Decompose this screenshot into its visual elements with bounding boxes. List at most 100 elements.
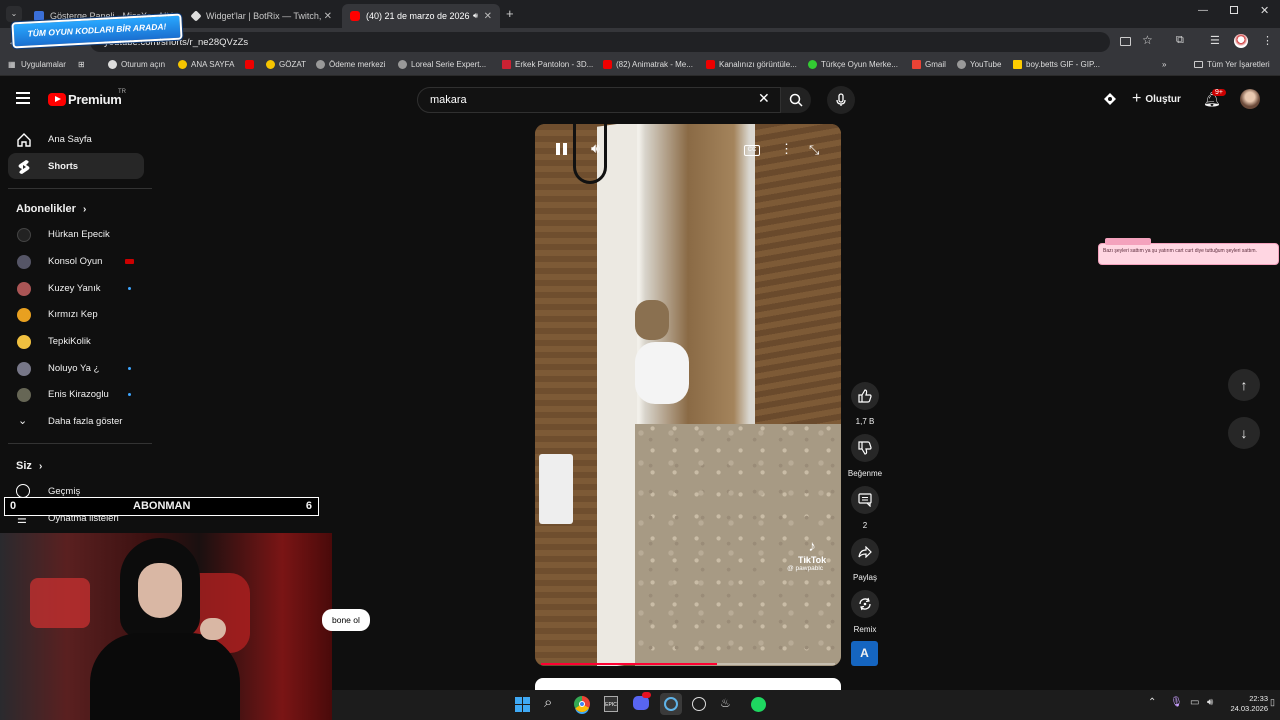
thumbs-down-icon — [858, 441, 872, 455]
tray-network-icon[interactable]: ▭ — [1190, 697, 1199, 708]
taskbar-search-icon[interactable]: ⌕ — [544, 694, 552, 711]
plus-icon: + — [1132, 90, 1142, 107]
tray-chevron-icon[interactable]: ⌃ — [1148, 697, 1156, 708]
tab-widgets[interactable]: Widget'lar | BotRix — Twitch, K... ✕ — [184, 4, 340, 28]
sidebar-channel[interactable]: TepkiKolik — [8, 329, 144, 355]
toilet-paper-roll — [635, 342, 689, 404]
account-avatar[interactable] — [1240, 89, 1260, 109]
browser-tab-strip: ⌄ Gösterge Paneli - MissXss AI B... ✕ Wi… — [0, 0, 1280, 28]
youtube-premium-logo[interactable]: Premium — [68, 92, 122, 107]
bookmark-item[interactable]: ANA SAYFA — [178, 60, 234, 69]
extensions-icon[interactable]: ⧉ — [1176, 34, 1184, 47]
sidebar-channel[interactable]: Hürkan Epecik — [8, 222, 144, 248]
bookmark-item[interactable]: (82) Animatrak - Me... — [603, 60, 693, 69]
bookmark-item[interactable]: Türkçe Oyun Merke... — [808, 60, 898, 69]
bookmark-item[interactable]: GÖZAT — [266, 60, 306, 69]
previous-short-button[interactable]: ↑ — [1228, 369, 1260, 401]
sidebar-divider — [8, 443, 152, 444]
windows-start-icon[interactable] — [515, 697, 530, 712]
video-progress-track[interactable] — [541, 663, 835, 665]
bookmark-item[interactable]: Oturum açın — [108, 60, 165, 69]
show-more-button[interactable]: ⌄ Daha fazla göster — [8, 409, 144, 435]
bookmark-item[interactable]: YouTube — [957, 60, 1001, 69]
tab-search-button[interactable]: ⌄ — [6, 6, 22, 22]
you-heading[interactable]: Siz › — [16, 460, 42, 472]
sidebar-channel[interactable]: Kuzey Yanık — [8, 276, 144, 302]
home-icon — [17, 133, 31, 147]
share-button[interactable] — [851, 538, 879, 566]
restore-button[interactable] — [1230, 6, 1238, 14]
spotify-icon[interactable] — [751, 697, 766, 712]
subscriptions-heading[interactable]: Abonelikler › — [16, 203, 86, 215]
bookmark-item[interactable] — [245, 60, 258, 69]
minimize-button[interactable]: — — [1198, 5, 1208, 16]
dislike-button[interactable] — [851, 434, 879, 462]
pause-button[interactable] — [556, 143, 568, 156]
bookmark-item[interactable]: Loreal Serie Expert... — [398, 60, 486, 69]
sidebar-channel[interactable]: Enis Kirazoglu — [8, 382, 144, 408]
obs-icon[interactable] — [692, 697, 706, 711]
all-bookmarks[interactable]: Tüm Yer İşaretleri — [1194, 60, 1270, 69]
remix-button[interactable] — [851, 590, 879, 618]
volume-icon[interactable]: 🔊︎ — [591, 140, 600, 157]
tray-volume-icon[interactable]: 🔊︎ — [1207, 697, 1213, 708]
menu-kebab-icon[interactable]: ⋮ — [1262, 34, 1273, 47]
tab-close-icon[interactable]: ✕ — [484, 11, 492, 22]
speaker-icon[interactable]: 🔊︎ — [473, 11, 478, 21]
create-button[interactable]: + Oluştur — [1132, 90, 1181, 108]
profile-avatar[interactable] — [1234, 34, 1248, 48]
steam-icon[interactable]: ♨︎ — [720, 696, 736, 712]
fullscreen-icon[interactable]: ⤡ — [809, 142, 819, 158]
bookmark-item[interactable]: ⊞ — [78, 60, 91, 69]
browser-app-icon[interactable] — [664, 697, 678, 711]
tiktok-logo-icon: ♪ — [808, 538, 816, 555]
captions-button[interactable]: CC — [744, 145, 760, 156]
hamburger-menu-icon[interactable] — [16, 92, 30, 104]
install-icon[interactable] — [1120, 37, 1131, 46]
search-button[interactable] — [781, 87, 811, 113]
channel-avatar — [17, 335, 31, 349]
bookmark-overflow-icon[interactable]: » — [1162, 60, 1166, 69]
new-tab-button[interactable]: + — [506, 6, 514, 21]
voice-search-button[interactable] — [827, 86, 855, 114]
tab-favicon-icon — [34, 11, 44, 21]
like-button[interactable] — [851, 382, 879, 410]
tray-mic-icon[interactable]: 🎙︎ — [1170, 697, 1183, 708]
tray-notification-icon[interactable]: ▯ — [1270, 697, 1275, 708]
sidebar-item-home[interactable]: Ana Sayfa — [8, 126, 144, 152]
youtube-logo-icon[interactable] — [48, 93, 66, 106]
new-content-dot — [128, 367, 131, 370]
search-input[interactable]: makara — [417, 87, 781, 113]
close-window-button[interactable]: ✕ — [1260, 4, 1269, 17]
sidebar-item-shorts[interactable]: Shorts — [8, 153, 144, 179]
sidebar-channel[interactable]: Noluyo Ya ¿ — [8, 356, 144, 382]
next-short-button[interactable]: ↓ — [1228, 417, 1260, 449]
epic-games-icon[interactable]: EPIC — [604, 696, 618, 712]
comments-button[interactable] — [851, 486, 879, 514]
bookmark-star-icon[interactable]: ☆ — [1142, 33, 1153, 47]
address-bar-row: ← youtube.com/shorts/r_ne28QVzZs ☆ ⧉ ☰ ⋮ — [0, 28, 1280, 56]
channel-thumbnail[interactable]: A — [851, 641, 878, 666]
more-options-icon[interactable]: ⋮ — [780, 141, 793, 157]
bookmark-item[interactable]: Kanalınızı görüntüle... — [706, 60, 797, 69]
tab-youtube[interactable]: (40) 21 de marzo de 2026 - 🔊︎ ✕ — [342, 4, 500, 28]
cat-head — [635, 300, 669, 340]
sidebar-channel[interactable]: Kırmızı Kep — [8, 302, 144, 328]
chrome-icon[interactable] — [574, 696, 590, 712]
shorts-video-player[interactable] — [535, 124, 841, 666]
bookmark-item[interactable]: Erkek Pantolon - 3D... — [502, 60, 593, 69]
channel-avatar — [17, 388, 31, 402]
arrow-down-icon: ↓ — [1240, 425, 1248, 441]
bookmark-item[interactable]: Gmail — [912, 60, 946, 69]
clear-search-icon[interactable]: ✕ — [758, 90, 770, 107]
bookmark-item[interactable]: boy.betts GIF - GIP... — [1013, 60, 1100, 69]
discord-icon[interactable] — [633, 696, 649, 710]
tab-search-icon[interactable]: ☰ — [1210, 34, 1220, 47]
shorts-tool-icon[interactable] — [1103, 92, 1117, 106]
remix-label: Remix — [853, 625, 877, 634]
sidebar-channel[interactable]: Konsol Oyun — [8, 249, 144, 275]
bookmark-item[interactable]: Ödeme merkezi — [316, 60, 385, 69]
tab-close-icon[interactable]: ✕ — [324, 11, 332, 22]
tray-clock[interactable]: 22:33 24.03.2026 — [1228, 694, 1268, 714]
bookmark-item[interactable]: ▦ Uygulamalar — [8, 60, 66, 69]
